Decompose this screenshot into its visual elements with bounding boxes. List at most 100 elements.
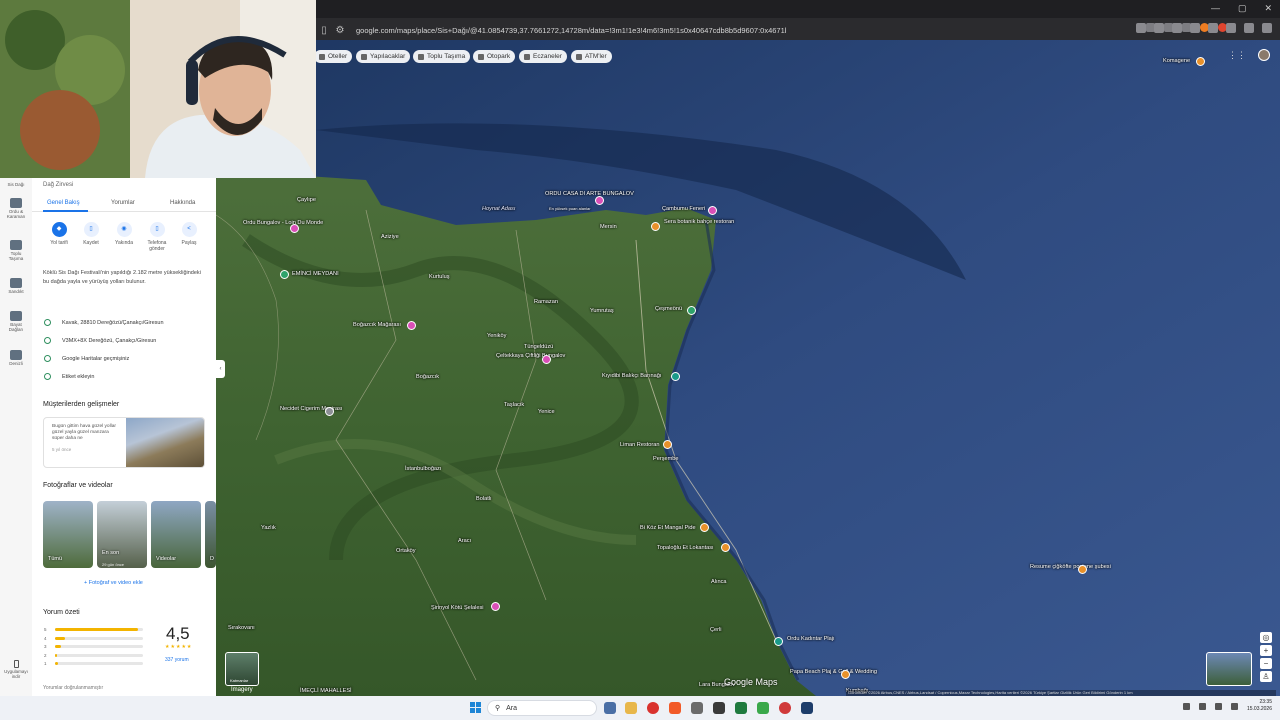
map-label[interactable]: Kıyıdibi Balıkçı Barınağı <box>602 373 661 379</box>
site-info-icon[interactable]: ⚙ <box>332 25 348 36</box>
download-app-button[interactable]: Uygulamayı indir <box>3 660 29 679</box>
nearby-button[interactable]: ◉ Yakında <box>109 222 139 246</box>
share-button[interactable]: < Paylaş <box>174 222 204 246</box>
map-pin[interactable] <box>708 206 717 215</box>
maximize-icon[interactable]: ▢ <box>1238 3 1247 14</box>
tabs-icon[interactable] <box>1208 23 1218 33</box>
directions-button[interactable]: ◆ Yol tarifi <box>44 222 74 246</box>
clock[interactable]: 23:35 15.03.2026 <box>1247 699 1272 713</box>
map-label[interactable]: ORDU CASA DI ARTE BUNGALOV <box>545 191 634 197</box>
send-to-phone-button[interactable]: ▯ Telefona gönder <box>142 222 172 252</box>
brave-browser-icon[interactable] <box>669 702 681 714</box>
sidebar-icon[interactable] <box>1190 23 1200 33</box>
map-label[interactable]: Çambumu Feneri <box>662 206 705 212</box>
pegman-icon[interactable]: ♙ <box>1260 671 1272 682</box>
map-label[interactable]: Ortaköy <box>396 548 416 554</box>
chip-pharmacies[interactable]: Eczaneler <box>519 50 567 63</box>
chip-transit[interactable]: Toplu Taşıma <box>413 50 471 63</box>
shield-icon[interactable] <box>1244 23 1254 33</box>
opera-icon[interactable] <box>779 702 791 714</box>
map-label[interactable]: Çeşmeönü <box>655 306 682 312</box>
address-bar[interactable]: google.com/maps/place/Sis+Dağı/@41.08547… <box>356 26 786 35</box>
avatar[interactable] <box>1258 49 1270 61</box>
address-row[interactable]: Kavak, 28810 Dereğözü/Çanakçı/Giresun <box>44 319 164 326</box>
zoom-out-button[interactable]: − <box>1260 658 1272 669</box>
map-label[interactable]: Mersin <box>600 224 617 230</box>
map-label[interactable]: Tüngeldüzü <box>524 344 553 350</box>
plus-code-row[interactable]: V3MX+8X Dereğözü, Çanakçı/Giresun <box>44 337 156 344</box>
map-label[interactable]: Çaylıpe <box>297 197 316 203</box>
map-label[interactable]: Çeltekkaya Çiftliği Bungalov <box>496 353 565 359</box>
map-label[interactable]: Hoynat Adası <box>482 206 515 212</box>
sidebar-item-bayat[interactable]: Bayat Dağları <box>3 311 29 332</box>
map-label[interactable]: Ordu Kadıntar Plajı <box>787 636 835 642</box>
chip-parking[interactable]: Otopark <box>473 50 516 63</box>
map-label[interactable]: Yazlık <box>261 525 276 531</box>
apps-grid-icon[interactable]: ⋮⋮ <box>1228 50 1246 61</box>
tab-reviews[interactable]: Yorumlar <box>111 200 135 206</box>
chevron-up-icon[interactable] <box>1182 702 1190 710</box>
map-label[interactable]: Boğazcık Mağarası <box>353 322 401 328</box>
reviews-count-link[interactable]: 337 yorum <box>165 657 189 663</box>
terminal-icon[interactable] <box>713 702 725 714</box>
map-pin[interactable] <box>280 270 289 279</box>
taskbar-search[interactable]: ⚲ Ara <box>487 700 597 716</box>
map-label[interactable]: Yumrutaş <box>590 308 614 314</box>
map-pin[interactable] <box>671 372 680 381</box>
photo-tile-more[interactable]: D <box>205 501 216 568</box>
globe-view-button[interactable] <box>1206 652 1252 686</box>
sidebar-item-sis-dagi[interactable]: Sis Dağı <box>3 182 29 187</box>
map-pin[interactable] <box>663 440 672 449</box>
battery-icon[interactable] <box>1230 702 1238 710</box>
map-label[interactable]: EMİNCİ MEYDANI <box>292 271 339 277</box>
media-player-icon[interactable] <box>757 702 769 714</box>
add-label-row[interactable]: Etiket ekleyin <box>44 373 94 380</box>
windows-start-icon[interactable] <box>470 702 482 714</box>
extension-icon[interactable] <box>1136 23 1146 33</box>
zoom-in-button[interactable]: + <box>1260 645 1272 656</box>
sidebar-item-sandikli[interactable]: Sandıkt <box>3 278 29 294</box>
map-label[interactable]: Bolatlı <box>476 496 492 502</box>
map-pin[interactable] <box>595 196 604 205</box>
recorder-icon[interactable] <box>647 702 659 714</box>
map-pin[interactable] <box>542 355 551 364</box>
photo-tile-videos[interactable]: Videolar <box>151 501 201 568</box>
map-label[interactable]: Bi Köz Et Mangal Pide <box>640 525 696 531</box>
photo-tile-all[interactable]: Tümü <box>43 501 93 568</box>
bookmark-icon[interactable]: ▯ <box>316 25 332 36</box>
map-label[interactable]: Perşembe <box>653 456 679 462</box>
map-pin[interactable] <box>700 523 709 532</box>
map-label[interactable]: Resume çiğköfte postane şubesi <box>1030 564 1111 570</box>
extension-icon[interactable] <box>1154 23 1164 33</box>
collapse-panel-button[interactable]: ‹ <box>216 360 225 378</box>
add-photo-button[interactable]: + Fotoğraf ve video ekle <box>84 580 143 586</box>
settings-icon[interactable] <box>691 702 703 714</box>
map-label[interactable]: Komagene <box>1163 58 1190 64</box>
map-label[interactable]: Papa Beach Plaj & Grill & Wedding <box>790 669 877 675</box>
location-icon[interactable]: ◎ <box>1260 632 1272 643</box>
tab-about[interactable]: Hakkında <box>170 200 195 206</box>
map-label[interactable]: Çerli <box>710 627 722 633</box>
save-button[interactable]: ▯ Kaydet <box>76 222 106 246</box>
network-icon[interactable] <box>1198 702 1206 710</box>
map-label[interactable]: İstanbulboğazı <box>405 466 441 472</box>
map-label[interactable]: Topaloğlu Et Lokantası <box>657 545 714 551</box>
chip-atms[interactable]: ATM'ler <box>571 50 612 63</box>
map-label[interactable]: Yeniköy <box>487 333 506 339</box>
map-pin[interactable] <box>687 306 696 315</box>
map-pin[interactable] <box>325 407 334 416</box>
sidebar-item-transit[interactable]: Toplu Taşıma <box>3 240 29 261</box>
photo-tile-latest[interactable]: En son 29 gün önce <box>97 501 147 568</box>
map-label[interactable]: Ramazan <box>534 299 558 305</box>
map-label[interactable]: Alınca <box>711 579 727 585</box>
map-label[interactable]: Liman Restoran <box>620 442 660 448</box>
wallet-icon[interactable] <box>1226 23 1236 33</box>
chip-hotels[interactable]: Oteller <box>314 50 353 63</box>
map-label[interactable]: Sera botanik bahçe restoran <box>664 219 734 225</box>
excel-icon[interactable] <box>735 702 747 714</box>
map-label[interactable]: Yenice <box>538 409 555 415</box>
map-label[interactable]: Aracı <box>458 538 471 544</box>
map-pin[interactable] <box>290 224 299 233</box>
sidebar-item-denizli[interactable]: Denizli <box>3 350 29 366</box>
map-label[interactable]: Taşlacık <box>504 402 524 408</box>
